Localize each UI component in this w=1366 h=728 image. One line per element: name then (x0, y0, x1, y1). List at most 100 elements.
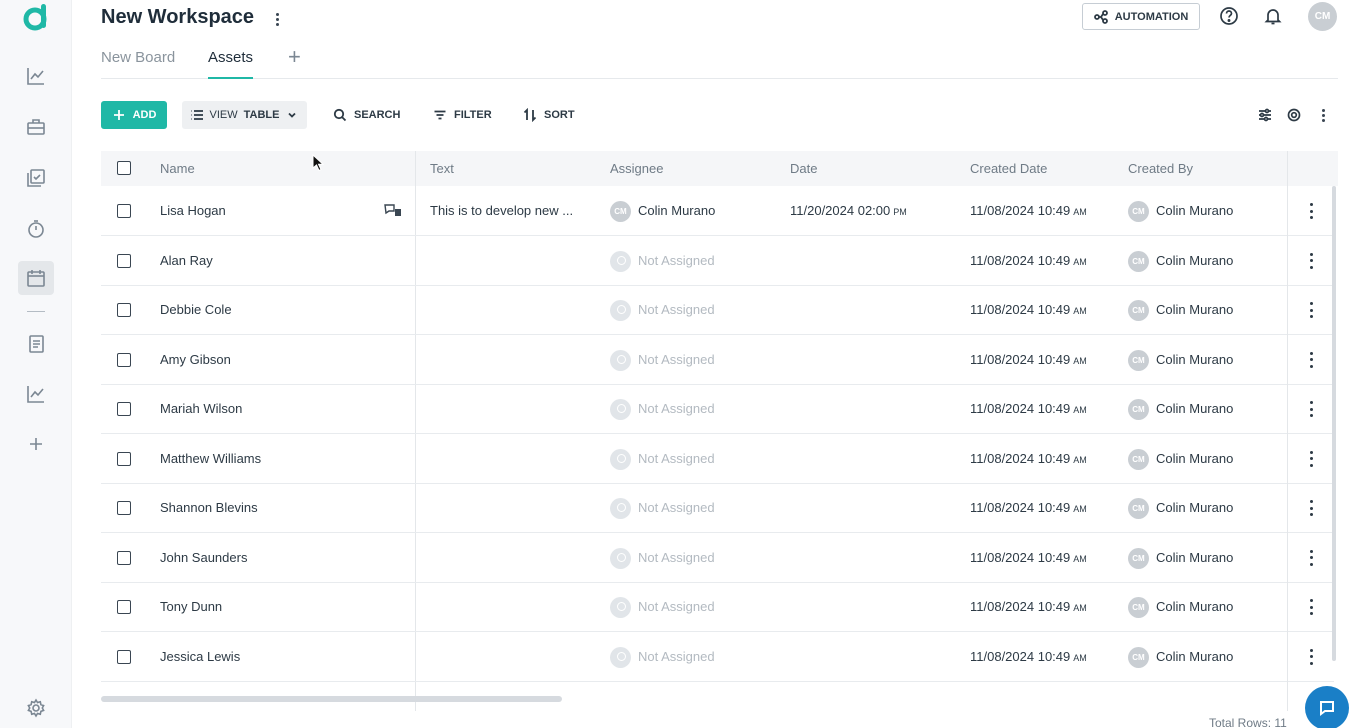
sidebar-item-projects[interactable] (18, 110, 54, 144)
comment-icon[interactable] (384, 203, 402, 217)
cell-name[interactable]: Jessica Lewis (160, 632, 380, 681)
row-checkbox[interactable] (117, 352, 131, 367)
row-checkbox[interactable] (117, 451, 131, 466)
column-header-name[interactable]: Name (160, 151, 195, 186)
sidebar-settings-button[interactable] (18, 691, 54, 725)
cell-text[interactable] (430, 483, 590, 532)
cell-assignee[interactable]: Not Assigned (610, 285, 780, 334)
app-logo-icon[interactable] (23, 3, 49, 31)
column-header-text[interactable]: Text (430, 151, 454, 186)
row-checkbox[interactable] (117, 204, 131, 218)
adjust-columns-button[interactable] (1255, 105, 1275, 125)
row-checkbox[interactable] (117, 649, 131, 664)
cell-assignee[interactable]: Not Assigned (610, 483, 780, 532)
cell-date[interactable] (790, 285, 960, 334)
row-checkbox[interactable] (117, 303, 131, 317)
cell-text[interactable]: This is to develop new ... (430, 186, 590, 235)
row-checkbox[interactable] (117, 501, 131, 515)
table-row[interactable]: Alan Ray Not Assigned 11/08/2024 10:49 AM CM… (101, 236, 1334, 286)
cell-text[interactable] (430, 335, 590, 384)
horizontal-scrollbar[interactable] (101, 696, 562, 702)
vertical-scrollbar[interactable] (1332, 186, 1336, 661)
row-checkbox[interactable] (117, 402, 131, 416)
cell-assignee[interactable]: Not Assigned (610, 533, 780, 582)
cell-name[interactable]: Lisa Hogan (160, 186, 380, 235)
sidebar-item-calendar[interactable] (18, 261, 54, 295)
row-more-button[interactable] (1308, 599, 1314, 615)
cell-assignee[interactable]: Not Assigned (610, 335, 780, 384)
help-button[interactable] (1218, 5, 1240, 27)
row-more-button[interactable] (1308, 252, 1314, 269)
search-button[interactable]: SEARCH (333, 101, 400, 129)
notifications-button[interactable] (1262, 5, 1284, 27)
table-row[interactable]: John Saunders Not Assigned 11/08/2024 10:4… (101, 533, 1334, 583)
row-checkbox[interactable] (117, 600, 131, 614)
tab-assets[interactable]: Assets (208, 49, 254, 79)
row-more-button[interactable] (1308, 351, 1314, 368)
column-header-assignee[interactable]: Assignee (610, 151, 663, 186)
column-header-created-date[interactable]: Created Date (970, 151, 1047, 186)
cell-name[interactable]: Shannon Blevins (160, 483, 380, 532)
cell-date[interactable] (790, 335, 960, 384)
table-more-button[interactable] (1313, 105, 1333, 125)
cell-assignee[interactable]: CM Colin Murano (610, 186, 780, 235)
table-row[interactable]: Amy Gibson Not Assigned 11/08/2024 10:49 AM… (101, 335, 1334, 385)
cell-name[interactable]: John Saunders (160, 533, 380, 582)
cell-date[interactable] (790, 384, 960, 433)
cell-text[interactable] (430, 236, 590, 285)
cell-name[interactable]: Alan Ray (160, 236, 380, 285)
sidebar-item-tasks[interactable] (18, 161, 54, 195)
sidebar-item-documents[interactable] (18, 327, 54, 361)
row-more-button[interactable] (1308, 203, 1314, 219)
chat-button[interactable] (1305, 686, 1349, 728)
table-row[interactable]: Tony Dunn Not Assigned 11/08/2024 10:49 AM C… (101, 582, 1334, 632)
cell-date[interactable] (790, 582, 960, 631)
cell-text[interactable] (430, 533, 590, 582)
add-button[interactable]: ADD (101, 101, 167, 129)
table-row[interactable]: Jessica Lewis Not Assigned 11/08/2024 10:4… (101, 632, 1334, 682)
row-more-button[interactable] (1308, 648, 1314, 665)
sidebar-item-dashboard[interactable] (18, 59, 54, 93)
row-checkbox[interactable] (117, 253, 131, 268)
cell-date[interactable]: 11/20/2024 02:00 PM (790, 186, 960, 235)
table-row[interactable]: Shannon Blevins Not Assigned 11/08/2024 10… (101, 483, 1334, 533)
cell-assignee[interactable]: Not Assigned (610, 384, 780, 433)
cell-text[interactable] (430, 434, 590, 483)
cell-text[interactable] (430, 582, 590, 631)
sidebar-item-timer[interactable] (18, 212, 54, 246)
cell-date[interactable] (790, 632, 960, 681)
row-more-button[interactable] (1308, 450, 1314, 467)
cell-assignee[interactable]: Not Assigned (610, 582, 780, 631)
row-checkbox[interactable] (117, 550, 131, 565)
select-all-checkbox[interactable] (117, 161, 131, 175)
cell-assignee[interactable]: Not Assigned (610, 434, 780, 483)
cell-assignee[interactable]: Not Assigned (610, 236, 780, 285)
tab-new-board[interactable]: New Board (101, 49, 175, 79)
cell-date[interactable] (790, 483, 960, 532)
automation-button[interactable]: AUTOMATION (1082, 3, 1200, 30)
sort-button[interactable]: SORT (523, 101, 575, 129)
cell-text[interactable] (430, 285, 590, 334)
table-row[interactable]: Lisa Hogan This is to develop new ... CM Co… (101, 186, 1334, 236)
row-more-button[interactable] (1308, 401, 1314, 417)
cell-text[interactable] (430, 632, 590, 681)
cell-assignee[interactable]: Not Assigned (610, 632, 780, 681)
row-more-button[interactable] (1308, 302, 1314, 318)
cell-date[interactable] (790, 533, 960, 582)
sidebar-item-reports[interactable] (18, 377, 54, 411)
cell-date[interactable] (790, 434, 960, 483)
add-tab-button[interactable]: + (288, 46, 301, 68)
workspace-more-button[interactable] (270, 10, 284, 28)
filter-button[interactable]: FILTER (433, 101, 492, 129)
view-selector[interactable]: VIEW TABLE (182, 101, 307, 129)
cell-name[interactable]: Mariah Wilson (160, 384, 380, 433)
cell-date[interactable] (790, 236, 960, 285)
cell-name[interactable]: Matthew Williams (160, 434, 380, 483)
sidebar-add-button[interactable] (18, 427, 54, 461)
user-avatar[interactable]: CM (1308, 2, 1337, 31)
table-settings-button[interactable] (1284, 105, 1304, 125)
table-row[interactable]: Debbie Cole Not Assigned 11/08/2024 10:49 A… (101, 285, 1334, 335)
table-row[interactable]: Matthew Williams Not Assigned 11/08/2024 1… (101, 434, 1334, 484)
cell-name[interactable]: Amy Gibson (160, 335, 380, 384)
column-header-date[interactable]: Date (790, 151, 817, 186)
